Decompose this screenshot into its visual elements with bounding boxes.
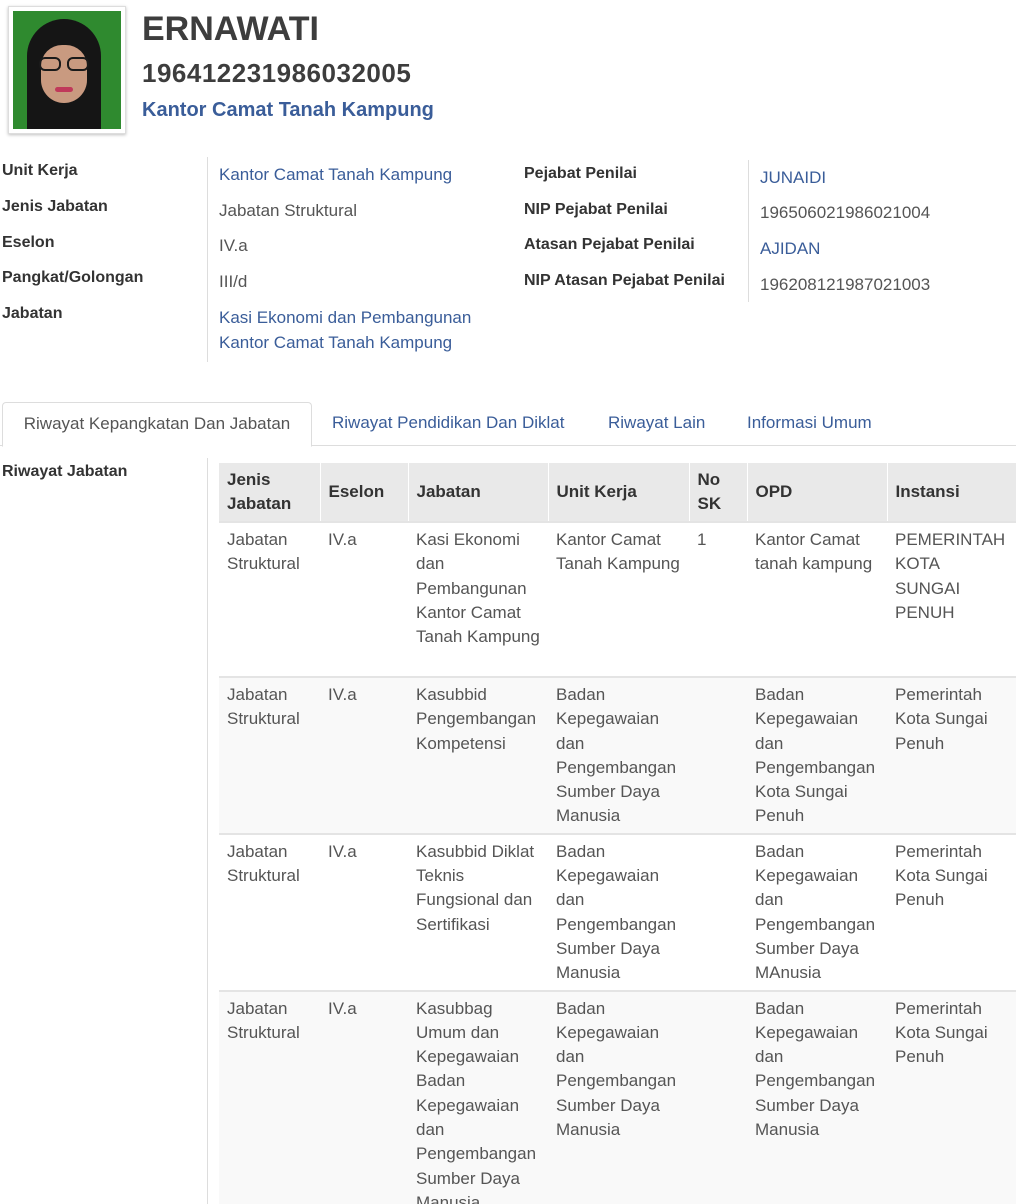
value-eselon: IV.a: [219, 236, 248, 255]
column-header[interactable]: No SK: [689, 463, 748, 522]
table-row: Jabatan Struktural IV.a Kasi Ekonomi dan…: [219, 521, 1016, 677]
label-unit-kerja: Unit Kerja: [2, 162, 78, 179]
section-label-riwayat-jabatan: Riwayat Jabatan: [2, 463, 128, 480]
table-cell: Kantor Camat tanah kampung: [747, 521, 887, 677]
profile-unit-link[interactable]: Kantor Camat Tanah Kampung: [142, 99, 434, 122]
table-cell: IV.a: [320, 521, 408, 677]
table-cell: Pemerintah Kota Sungai Penuh: [887, 676, 1016, 834]
tab-riwayat-pendidikan-dan-diklat[interactable]: Riwayat Pendidikan Dan Diklat: [332, 402, 564, 446]
table-cell: Kantor Camat Tanah Kampung: [548, 521, 689, 677]
riwayat-jabatan-table: Jenis Jabatan Eselon Jabatan Unit Kerja …: [219, 463, 1016, 1204]
column-header[interactable]: Unit Kerja: [548, 463, 690, 522]
column-header[interactable]: OPD: [747, 463, 888, 522]
table-cell: [689, 832, 747, 991]
table-cell: Jabatan Struktural: [219, 521, 320, 677]
tab-riwayat-kepangkatan-dan-jabatan[interactable]: Riwayat Kepangkatan Dan Jabatan: [2, 402, 312, 447]
value-jenis-jabatan: Jabatan Struktural: [219, 201, 357, 220]
details-divider-right: [748, 160, 749, 302]
table-cell: Jabatan Struktural: [219, 832, 320, 991]
label-nip-pejabat-penilai: NIP Pejabat Penilai: [524, 201, 668, 218]
table-cell: [689, 676, 747, 834]
value-atasan-pejabat-penilai-link[interactable]: AJIDAN: [760, 239, 820, 259]
profile-photo: [8, 6, 126, 134]
value-nip-pejabat-penilai: 196506021986021004: [760, 203, 931, 222]
table-cell: Jabatan Struktural: [219, 676, 320, 834]
tab-riwayat-lain[interactable]: Riwayat Lain: [608, 402, 705, 446]
table-cell: Badan Kepegawaian dan Pengembangan Sumbe…: [747, 989, 887, 1204]
table-cell: Pemerintah Kota Sungai Penuh: [887, 989, 1016, 1204]
column-header[interactable]: Jenis Jabatan: [219, 463, 321, 522]
avatar: [13, 11, 121, 129]
tab-informasi-umum[interactable]: Informasi Umum: [747, 402, 872, 446]
table-cell: Kasubbag Umum dan Kepegawaian Badan Kepe…: [408, 989, 548, 1204]
table-row: Jabatan Struktural IV.a Kasubbid Diklat …: [219, 832, 1016, 991]
table-cell: 1: [689, 521, 747, 677]
table-cell: Badan Kepegawaian dan Pengembangan Sumbe…: [548, 676, 689, 834]
table-cell: Pemerintah Kota Sungai Penuh: [887, 832, 1016, 991]
value-pejabat-penilai-link[interactable]: JUNAIDI: [760, 168, 826, 188]
table-cell: Jabatan Struktural: [219, 989, 320, 1204]
table-cell: Badan Kepegawaian dan Pengembangan Sumbe…: [548, 832, 689, 991]
profile-name: ERNAWATI: [142, 10, 319, 48]
value-jabatan-link-line1[interactable]: Kasi Ekonomi dan Pembangunan: [219, 308, 471, 328]
table-cell: Kasi Ekonomi dan Pembangunan Kantor Cama…: [408, 521, 548, 677]
column-header[interactable]: Eselon: [320, 463, 409, 522]
table-cell: [689, 989, 747, 1204]
table-row: Jabatan Struktural IV.a Kasubbid Pengemb…: [219, 676, 1016, 834]
table-cell: IV.a: [320, 989, 408, 1204]
label-nip-atasan-pejabat-penilai: NIP Atasan Pejabat Penilai: [524, 272, 725, 289]
details-divider: [207, 157, 208, 362]
table-cell: Kasubbid Pengembangan Kompetensi: [408, 676, 548, 834]
label-jabatan: Jabatan: [2, 305, 63, 322]
value-unit-kerja-link[interactable]: Kantor Camat Tanah Kampung: [219, 165, 452, 185]
table-cell: IV.a: [320, 676, 408, 834]
table-header-row: Jenis Jabatan Eselon Jabatan Unit Kerja …: [219, 463, 1016, 522]
column-header[interactable]: Instansi: [887, 463, 1016, 522]
label-pangkat-golongan: Pangkat/Golongan: [2, 269, 144, 286]
label-pejabat-penilai: Pejabat Penilai: [524, 165, 637, 182]
table-row: Jabatan Struktural IV.a Kasubbag Umum da…: [219, 989, 1016, 1204]
table-cell: Badan Kepegawaian dan Pengembangan Sumbe…: [548, 989, 689, 1204]
value-jabatan-link-line2[interactable]: Kantor Camat Tanah Kampung: [219, 333, 452, 353]
value-nip-atasan-pejabat-penilai: 196208121987021003: [760, 275, 931, 294]
table-cell: Badan Kepegawaian dan Pengembangan Kota …: [747, 676, 887, 834]
label-eselon: Eselon: [2, 234, 55, 251]
label-jenis-jabatan: Jenis Jabatan: [2, 198, 108, 215]
table-cell: Badan Kepegawaian dan Pengembangan Sumbe…: [747, 832, 887, 991]
profile-header: ERNAWATI 196412231986032005 Kantor Camat…: [0, 0, 1016, 150]
label-atasan-pejabat-penilai: Atasan Pejabat Penilai: [524, 236, 695, 253]
value-pangkat-golongan: III/d: [219, 272, 248, 291]
table-cell: IV.a: [320, 832, 408, 991]
tab-bar: Riwayat Kepangkatan Dan Jabatan Riwayat …: [0, 402, 1016, 447]
column-header[interactable]: Jabatan: [408, 463, 549, 522]
table-cell: PEMERINTAH KOTA SUNGAI PENUH: [887, 521, 1016, 677]
section-divider: [207, 458, 208, 1204]
profile-nip: 196412231986032005: [142, 58, 412, 88]
table-cell: Kasubbid Diklat Teknis Fungsional dan Se…: [408, 832, 548, 991]
